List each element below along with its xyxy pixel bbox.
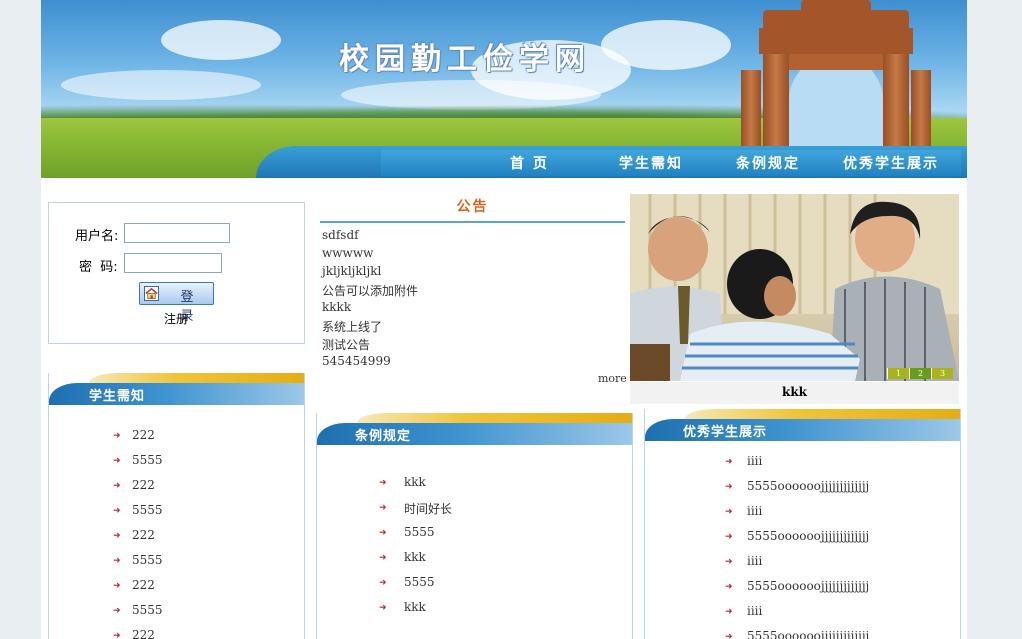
notice-item[interactable]: wwwww <box>322 246 418 264</box>
list-item[interactable]: ➜ iiii <box>725 454 950 479</box>
excellent-students-list: ➜ iiii ➜ 5555oooooojjjjjjjjjjjjj ➜ iiii ➜ 55… <box>725 454 950 639</box>
student-notice-header: 学生需知 <box>49 373 304 407</box>
list-item[interactable]: ➜ 5555 <box>113 503 293 528</box>
password-label: 密 码: <box>79 260 118 275</box>
bullet-arrow-icon: ➜ <box>725 507 733 517</box>
register-link[interactable]: 注册 <box>164 310 188 327</box>
bullet-arrow-icon: ➜ <box>113 556 121 566</box>
list-item[interactable]: ➜ 5555 <box>379 525 599 550</box>
notice-item[interactable]: kkkk <box>322 300 418 318</box>
list-item[interactable]: ➜ 5555 <box>113 453 293 478</box>
list-item[interactable]: ➜ 5555 <box>113 603 293 628</box>
notice-list: sdfsdf wwwww jkljkljkljkl 公告可以添加附件 kkkk … <box>322 228 418 372</box>
bullet-arrow-icon: ➜ <box>113 456 121 466</box>
notice-item[interactable]: 测试公告 <box>322 336 418 354</box>
list-item[interactable]: ➜ kkk <box>379 475 599 500</box>
bullet-arrow-icon: ➜ <box>379 478 387 488</box>
nav-regulations[interactable]: 条例规定 <box>736 153 800 173</box>
excellent-students-header: 优秀学生展示 <box>645 409 960 443</box>
slideshow-pager: 1 2 3 <box>887 368 953 379</box>
bullet-arrow-icon: ➜ <box>725 632 733 639</box>
notice-item[interactable]: 系统上线了 <box>322 318 418 336</box>
bullet-arrow-icon: ➜ <box>379 578 387 588</box>
site-title: 校园勤工俭学网 <box>339 42 591 77</box>
list-item[interactable]: ➜ iiii <box>725 504 950 529</box>
list-item[interactable]: ➜ kkk <box>379 550 599 575</box>
bullet-arrow-icon: ➜ <box>113 431 121 441</box>
bullet-arrow-icon: ➜ <box>725 557 733 567</box>
notice-item[interactable]: 公告可以添加附件 <box>322 282 418 300</box>
list-item[interactable]: ➜ 时间好长 <box>379 500 599 525</box>
campus-gate-image <box>741 0 931 146</box>
nav-excellent-students[interactable]: 优秀学生展示 <box>843 153 939 173</box>
bullet-arrow-icon: ➜ <box>113 581 121 591</box>
list-item[interactable]: ➜ 222 <box>113 628 293 639</box>
excellent-students-title: 优秀学生展示 <box>683 425 768 440</box>
bullet-arrow-icon: ➜ <box>113 531 121 541</box>
student-notice-title: 学生需知 <box>89 389 146 404</box>
bullet-arrow-icon: ➜ <box>379 553 387 563</box>
regulations-list: ➜ kkk ➜ 时间好长 ➜ 5555 ➜ kkk ➜ 5555 ➜ kkk <box>379 475 599 625</box>
list-item[interactable]: ➜ 5555oooooojjjjjjjjjjjjj <box>725 629 950 639</box>
notice-title: 公告 <box>456 199 489 215</box>
student-notice-list: ➜ 222 ➜ 5555 ➜ 222 ➜ 5555 ➜ 222 ➜ 5555 ➜ 222 ➜ 5… <box>113 428 293 639</box>
list-item[interactable]: ➜ iiii <box>725 554 950 579</box>
bullet-arrow-icon: ➜ <box>725 582 733 592</box>
list-item[interactable]: ➜ 222 <box>113 428 293 453</box>
regulations-header: 条例规定 <box>317 413 632 447</box>
more-link[interactable]: more <box>598 372 627 385</box>
notice-item[interactable]: jkljkljkljkl <box>322 264 418 282</box>
bullet-arrow-icon: ➜ <box>725 457 733 467</box>
regulations-title: 条例规定 <box>355 429 412 444</box>
list-item[interactable]: ➜ 222 <box>113 478 293 503</box>
student-notice-section: 学生需知 ➜ 222 ➜ 5555 ➜ 222 ➜ 5555 ➜ 222 ➜ 5555 ➜ 2… <box>48 373 305 639</box>
bullet-arrow-icon: ➜ <box>113 606 121 616</box>
list-item[interactable]: ➜ 5555oooooojjjjjjjjjjjjj <box>725 529 950 554</box>
login-button[interactable]: 登 录 <box>139 282 214 324</box>
excellent-students-section: 优秀学生展示 ➜ iiii ➜ 5555oooooojjjjjjjjjjjjj ➜ i… <box>644 409 961 639</box>
bullet-arrow-icon: ➜ <box>725 482 733 492</box>
pager-button-2[interactable]: 2 <box>909 368 931 379</box>
list-item[interactable]: ➜ kkk <box>379 600 599 625</box>
regulations-section: 条例规定 ➜ kkk ➜ 时间好长 ➜ 5555 ➜ kkk ➜ 5555 ➜ kkk <box>316 413 633 639</box>
notice-board: 公告 sdfsdf wwwww jkljkljkljkl 公告可以添加附件 kk… <box>320 192 627 390</box>
nav-student-notice[interactable]: 学生需知 <box>619 153 683 173</box>
bullet-arrow-icon: ➜ <box>113 506 121 516</box>
bullet-arrow-icon: ➜ <box>379 603 387 613</box>
list-item[interactable]: ➜ 222 <box>113 528 293 553</box>
list-item[interactable]: ➜ 5555 <box>379 575 599 600</box>
notice-item[interactable]: 545454999 <box>322 354 418 372</box>
award-photo <box>630 194 959 381</box>
bullet-arrow-icon: ➜ <box>725 607 733 617</box>
bullet-arrow-icon: ➜ <box>113 631 121 639</box>
photo-slideshow[interactable]: 1 2 3 <box>630 194 959 381</box>
list-item[interactable]: ➜ 5555 <box>113 553 293 578</box>
bullet-arrow-icon: ➜ <box>113 481 121 491</box>
pager-button-3[interactable]: 3 <box>931 368 953 379</box>
header-banner: 校园勤工俭学网 首 页 学生需知 条例规定 优秀学生展示 <box>41 0 967 178</box>
notice-item[interactable]: sdfsdf <box>322 228 418 246</box>
list-item[interactable]: ➜ 5555oooooojjjjjjjjjjjjj <box>725 479 950 504</box>
notice-divider <box>320 221 625 223</box>
list-item[interactable]: ➜ iiii <box>725 604 950 629</box>
photo-caption: kkk <box>630 382 959 404</box>
bullet-arrow-icon: ➜ <box>379 528 387 538</box>
page: 校园勤工俭学网 首 页 学生需知 条例规定 优秀学生展示 用户名: 密 码: 登… <box>41 0 967 639</box>
list-item[interactable]: ➜ 222 <box>113 578 293 603</box>
bullet-arrow-icon: ➜ <box>379 503 387 513</box>
password-input[interactable] <box>124 253 222 273</box>
username-label: 用户名: <box>75 229 119 244</box>
login-box: 用户名: 密 码: 登 录 注册 <box>48 202 305 344</box>
username-input[interactable] <box>124 223 230 243</box>
home-icon <box>144 286 159 301</box>
bullet-arrow-icon: ➜ <box>725 532 733 542</box>
list-item[interactable]: ➜ 5555oooooojjjjjjjjjjjjj <box>725 579 950 604</box>
pager-button-1[interactable]: 1 <box>887 368 909 379</box>
nav-home[interactable]: 首 页 <box>510 153 549 173</box>
